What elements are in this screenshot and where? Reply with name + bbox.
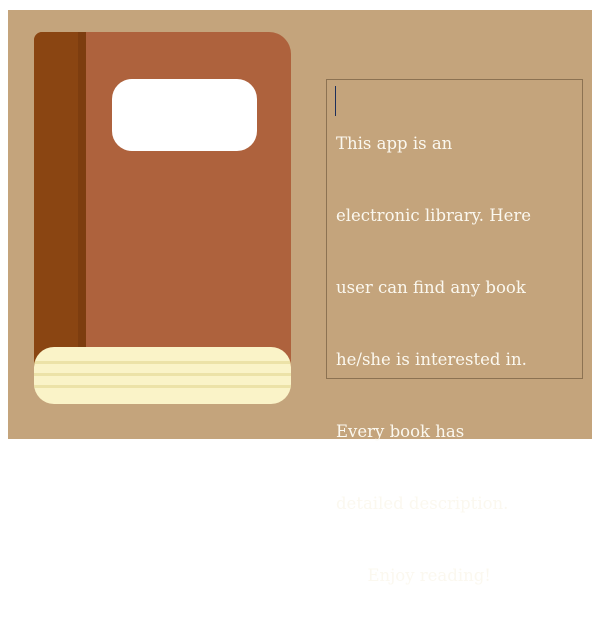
- book-cover-label: [112, 79, 257, 151]
- description-text: This app is an electronic library. Here …: [336, 84, 586, 636]
- page-line: [34, 385, 291, 388]
- description-line: Enjoy reading!: [336, 566, 491, 585]
- description-line: Every book has: [336, 422, 465, 441]
- page-line: [34, 373, 291, 376]
- description-text-area[interactable]: This app is an electronic library. Here …: [326, 79, 583, 585]
- book-icon: [34, 32, 291, 404]
- description-line: This app is an: [336, 134, 453, 153]
- page-line: [34, 361, 291, 364]
- book-spine-shade: [78, 32, 86, 372]
- description-line: user can find any book: [336, 278, 526, 297]
- book-pages: [34, 347, 291, 404]
- description-line: detailed description.: [336, 494, 509, 513]
- description-line: electronic library. Here: [336, 206, 532, 225]
- description-line: he/she is interested in.: [336, 350, 527, 369]
- app-window: This app is an electronic library. Here …: [8, 10, 592, 585]
